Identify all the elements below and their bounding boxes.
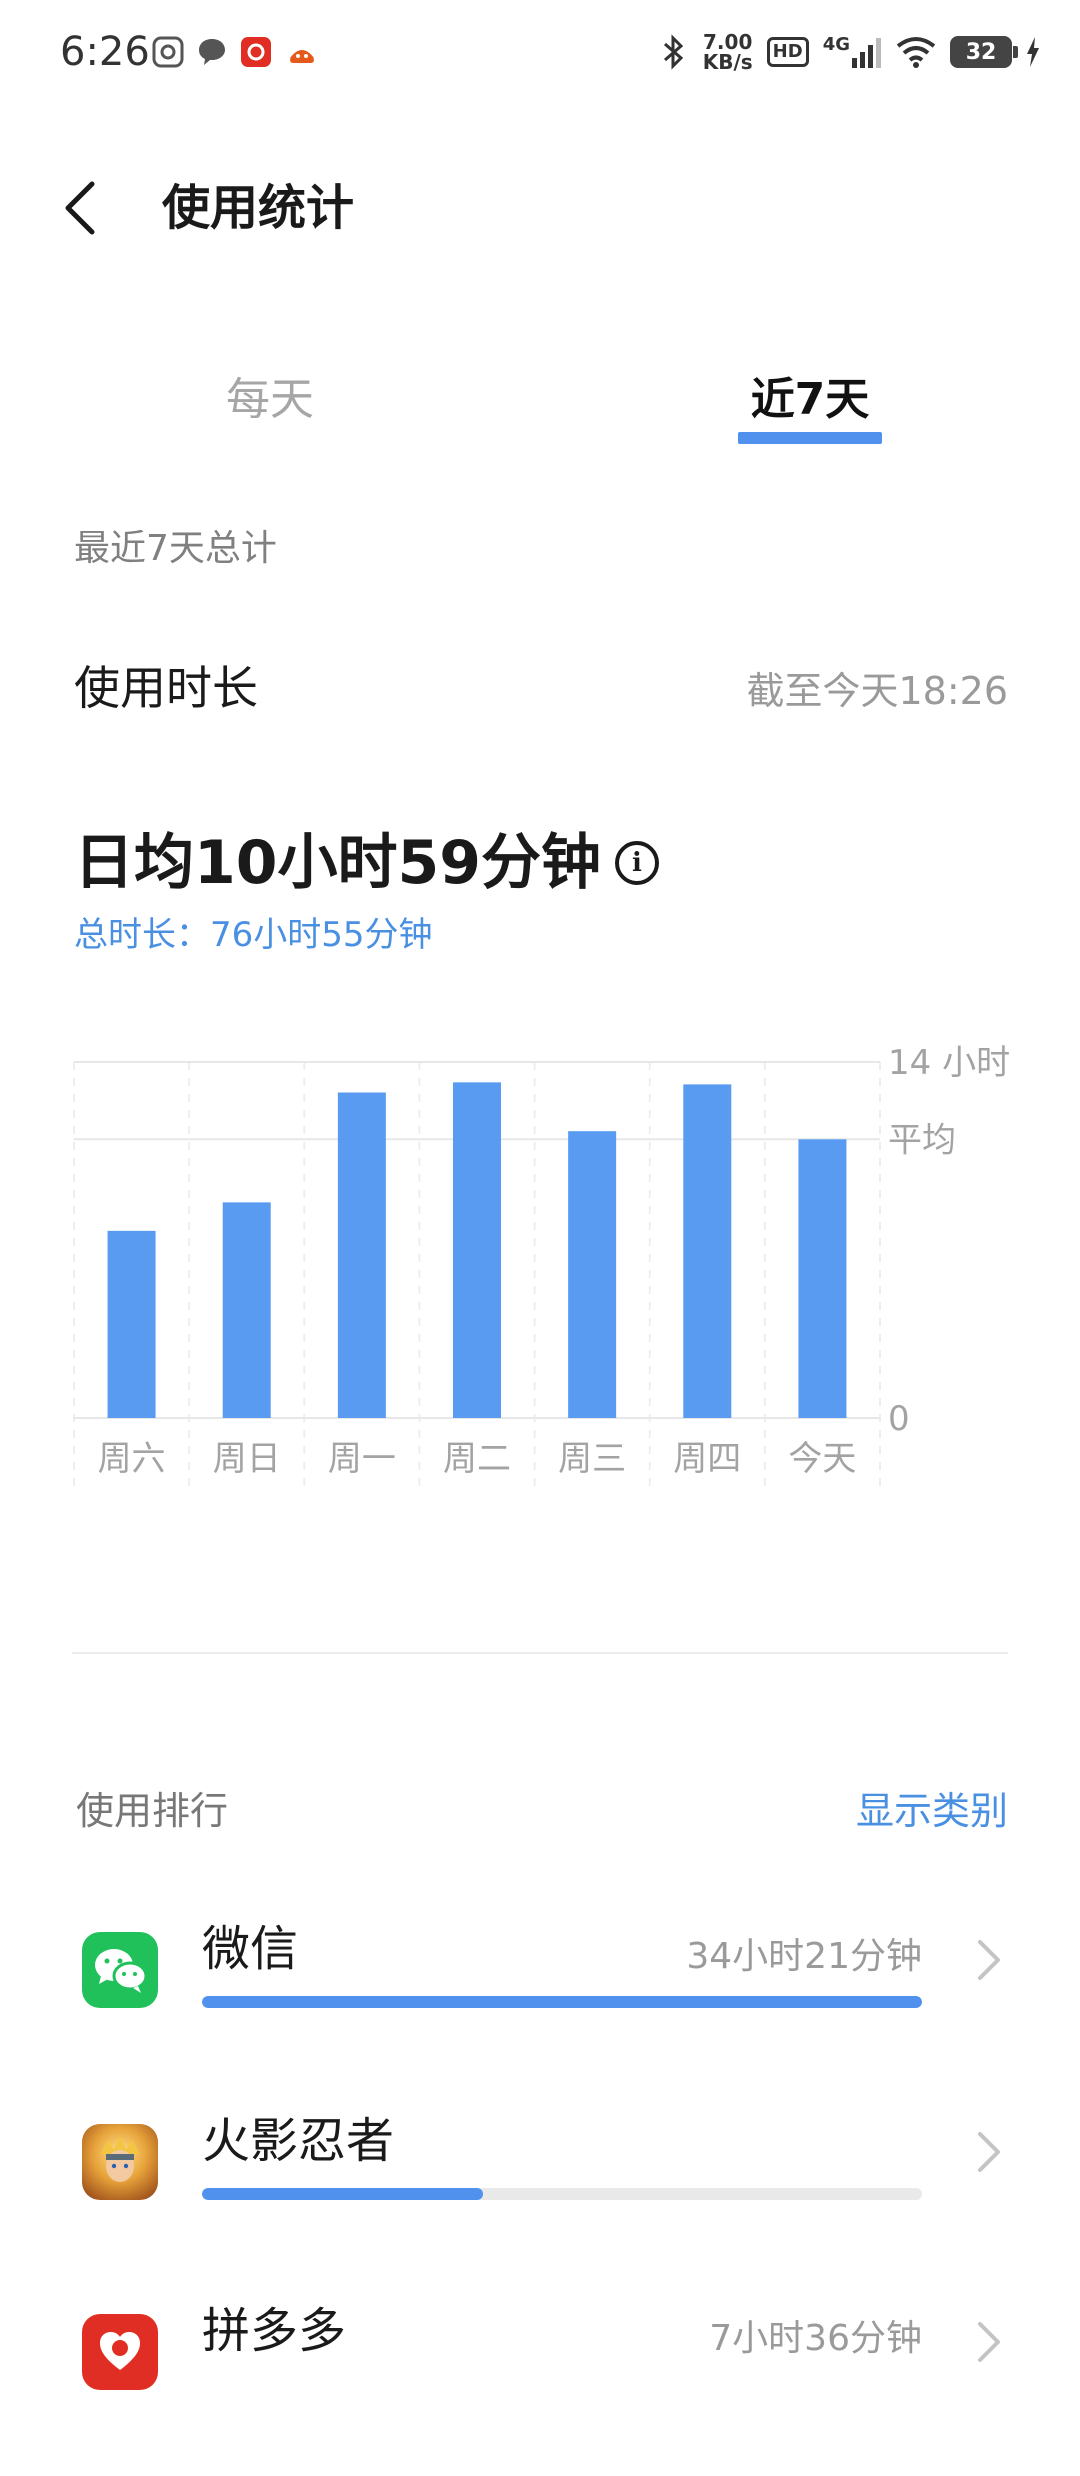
bar-周日: [222, 1202, 271, 1418]
speed-value: 7.00: [703, 30, 753, 54]
app-row-naruto[interactable]: 火影忍者: [0, 2113, 1080, 2286]
tab-active-indicator: [738, 432, 882, 444]
page-title: 使用统计: [162, 180, 355, 236]
wifi-icon: [896, 37, 936, 68]
show-category-button[interactable]: 显示类别: [856, 1784, 1008, 1838]
charging-icon: [1027, 37, 1039, 67]
daily-average: 日均10小时59分钟 i: [74, 822, 659, 904]
tab-daily[interactable]: 每天: [120, 370, 420, 430]
chevron-right-icon: [978, 2322, 1000, 2362]
back-button[interactable]: [60, 168, 120, 248]
x-tick-label: 周二: [443, 1439, 511, 1479]
app-usage-time: 34小时21分钟: [686, 1936, 922, 1977]
y-tick-label: 14 小时: [888, 1043, 1010, 1083]
message-notification-icon: [199, 39, 225, 65]
back-arrow-icon: [65, 181, 95, 235]
network-type: 4G: [822, 34, 850, 55]
daily-average-value: 日均10小时59分钟: [74, 828, 601, 898]
app-name: 火影忍者: [202, 2113, 395, 2169]
total-duration: 总时长：76小时55分钟: [74, 915, 433, 955]
app-notification-icon: [290, 50, 314, 63]
pinduoduo-logo-icon: [100, 2332, 140, 2370]
usage-progress-track: [202, 2188, 922, 2200]
bar-周四: [683, 1084, 732, 1418]
chevron-right-icon: [978, 2132, 1000, 2172]
usage-ranking-title: 使用排行: [76, 1789, 229, 1833]
naruto-face-icon: [100, 2136, 140, 2182]
divider: [72, 1652, 1008, 1654]
app-usage-time: 7小时36分钟: [709, 2318, 922, 2359]
app-name: 拼多多: [202, 2303, 347, 2359]
bar-周二: [453, 1082, 501, 1418]
x-tick-label: 周六: [98, 1439, 166, 1479]
x-tick-label: 今天: [788, 1439, 856, 1479]
app-name: 微信: [202, 1921, 299, 1977]
info-icon[interactable]: i: [615, 841, 659, 885]
usage-progress-fill: [202, 2188, 483, 2200]
bar-今天: [798, 1139, 847, 1418]
status-icons: 7.00 KB/s HD 4G 32: [659, 26, 1040, 78]
usage-bar-chart: 14 小时平均 0 周六 周日 周一 周二 周三 周四 今天: [73, 1043, 1010, 1490]
chevron-right-icon: [978, 1940, 1000, 1980]
speed-unit: KB/s: [702, 50, 753, 74]
usage-progress-fill: [202, 1996, 922, 2008]
tab-last-7-days[interactable]: 近7天: [660, 370, 960, 430]
app-row-wechat[interactable]: 微信 34小时21分钟: [0, 1921, 1080, 2094]
naruto-icon: [82, 2124, 158, 2200]
y-tick-label: 平均: [888, 1120, 956, 1160]
cellular-signal: 4G: [823, 36, 882, 68]
pinduoduo-icon: [82, 2314, 158, 2390]
x-tick-label: 周四: [673, 1439, 741, 1479]
bar-周三: [568, 1131, 617, 1418]
bluetooth-icon: [663, 34, 683, 70]
hd-badge: HD: [766, 37, 809, 67]
usage-progress-track: [202, 1996, 922, 2008]
bar-周六: [107, 1230, 156, 1418]
wechat-icon: [82, 1932, 158, 2008]
pinduoduo-notification-icon: [241, 37, 271, 67]
x-tick-label: 周一: [328, 1439, 396, 1479]
bar-周一: [337, 1092, 386, 1418]
signal-bars-icon: [852, 38, 881, 68]
battery-indicator: 32: [950, 36, 1018, 68]
wechat-logo-icon: [95, 1949, 148, 1993]
x-tick-label: 周三: [558, 1439, 626, 1479]
app-row-pinduoduo[interactable]: 拼多多 7小时36分钟: [0, 2303, 1080, 2476]
as-of-time: 截至今天18:26: [746, 669, 1008, 713]
x-tick-label: 周日: [213, 1439, 281, 1479]
section-label: 最近7天总计: [74, 528, 277, 569]
y-tick-label: 0: [888, 1399, 910, 1439]
network-speed: 7.00 KB/s: [703, 32, 753, 72]
settings-notification-icon: [152, 36, 184, 68]
status-time: 6:26: [60, 29, 150, 75]
usage-duration-label: 使用时长: [74, 661, 258, 715]
